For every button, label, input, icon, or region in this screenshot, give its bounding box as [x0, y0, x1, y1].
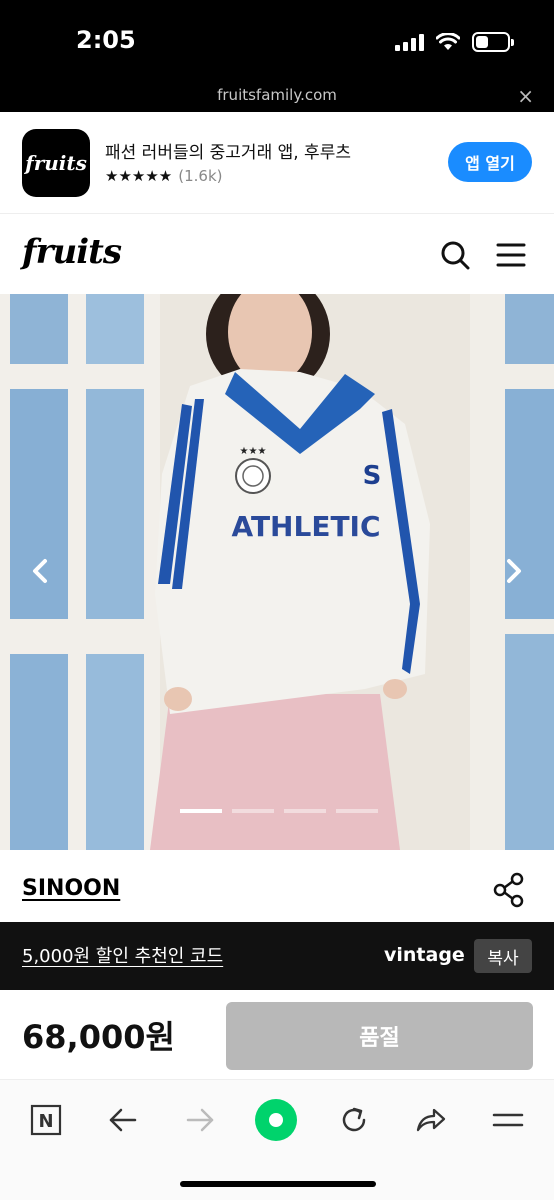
app-install-banner: fruits 패션 러버들의 중고거래 앱, 후루츠 ★★★★★ (1.6k) … [0, 112, 554, 214]
product-photo: ★★★ S ATHLETIC [0, 294, 554, 850]
green-dot-icon[interactable] [254, 1098, 298, 1142]
app-rating: ★★★★★ (1.6k) [105, 167, 223, 185]
site-logo[interactable]: fruits [22, 232, 122, 272]
wifi-icon [436, 33, 460, 50]
status-bar: 2:05 [0, 0, 554, 84]
share-arrow-icon[interactable] [409, 1098, 453, 1142]
menu-lines-icon[interactable] [486, 1098, 530, 1142]
carousel-dot-2[interactable] [232, 809, 274, 813]
search-icon[interactable] [440, 240, 470, 270]
site-header: fruits [0, 214, 554, 294]
back-arrow-icon[interactable] [101, 1098, 145, 1142]
home-indicator[interactable] [180, 1181, 376, 1187]
carousel-dot-1[interactable] [180, 809, 222, 813]
carousel-next-icon[interactable] [498, 556, 528, 586]
rating-count: (1.6k) [178, 167, 223, 185]
purchase-bar: 68,000원 품절 [0, 990, 554, 1080]
status-time: 2:05 [76, 26, 136, 54]
promo-text[interactable]: 5,000원 할인 추천인 코드 [22, 942, 223, 968]
url-bar: fruitsfamily.com × [0, 84, 554, 112]
copy-button[interactable]: 복사 [474, 939, 532, 973]
status-icons [395, 30, 514, 54]
jersey-text: ATHLETIC [231, 510, 380, 543]
referral-promo-bar: 5,000원 할인 추천인 코드 vintage 복사 [0, 922, 554, 990]
forward-arrow-icon[interactable] [178, 1098, 222, 1142]
promo-code: vintage [384, 944, 465, 966]
signal-icon [395, 33, 424, 51]
share-icon[interactable] [492, 872, 526, 908]
url-text[interactable]: fruitsfamily.com [0, 86, 554, 104]
soldout-button[interactable]: 품절 [226, 1002, 533, 1070]
naver-icon[interactable]: N [24, 1098, 68, 1142]
menu-icon[interactable] [496, 242, 526, 268]
app-banner-title: 패션 러버들의 중고거래 앱, 후루츠 [105, 143, 351, 163]
naver-letter: N [38, 1111, 53, 1132]
product-info: SINOON [0, 850, 554, 922]
brand-link[interactable]: SINOON [22, 876, 120, 901]
product-image-carousel[interactable]: ★★★ S ATHLETIC [0, 294, 554, 850]
jersey-stars: ★★★ [240, 446, 267, 457]
open-app-button[interactable]: 앱 열기 [448, 142, 532, 182]
refresh-icon[interactable] [332, 1098, 376, 1142]
star-rating-icon: ★★★★★ [105, 167, 173, 185]
jersey-logo: S [363, 461, 382, 491]
app-logo: fruits [22, 129, 90, 197]
carousel-prev-icon[interactable] [26, 556, 56, 586]
carousel-indicator [180, 809, 378, 813]
close-icon[interactable]: × [517, 84, 534, 108]
price: 68,000원 [22, 1018, 175, 1056]
carousel-dot-3[interactable] [284, 809, 326, 813]
carousel-dot-4[interactable] [336, 809, 378, 813]
battery-icon [472, 32, 514, 52]
